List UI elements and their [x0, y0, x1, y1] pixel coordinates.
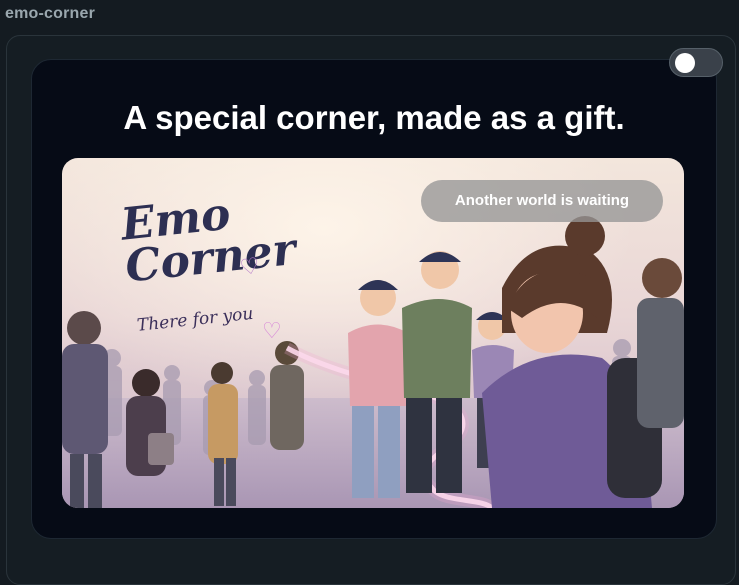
toggle-knob [675, 53, 695, 73]
hero-illustration[interactable]: Emo Corner ♡ There for you ♡ Another wor… [62, 158, 684, 508]
brand-logo-title: Emo Corner [118, 188, 299, 293]
heart-outline-icon: ♡ [262, 318, 282, 343]
enter-world-button[interactable]: Another world is waiting [421, 180, 663, 222]
app-title: emo-corner [5, 5, 96, 22]
heart-icon: ♡ [237, 252, 262, 281]
card-headline: A special corner, made as a gift. [123, 99, 625, 136]
theme-toggle[interactable] [669, 48, 723, 77]
